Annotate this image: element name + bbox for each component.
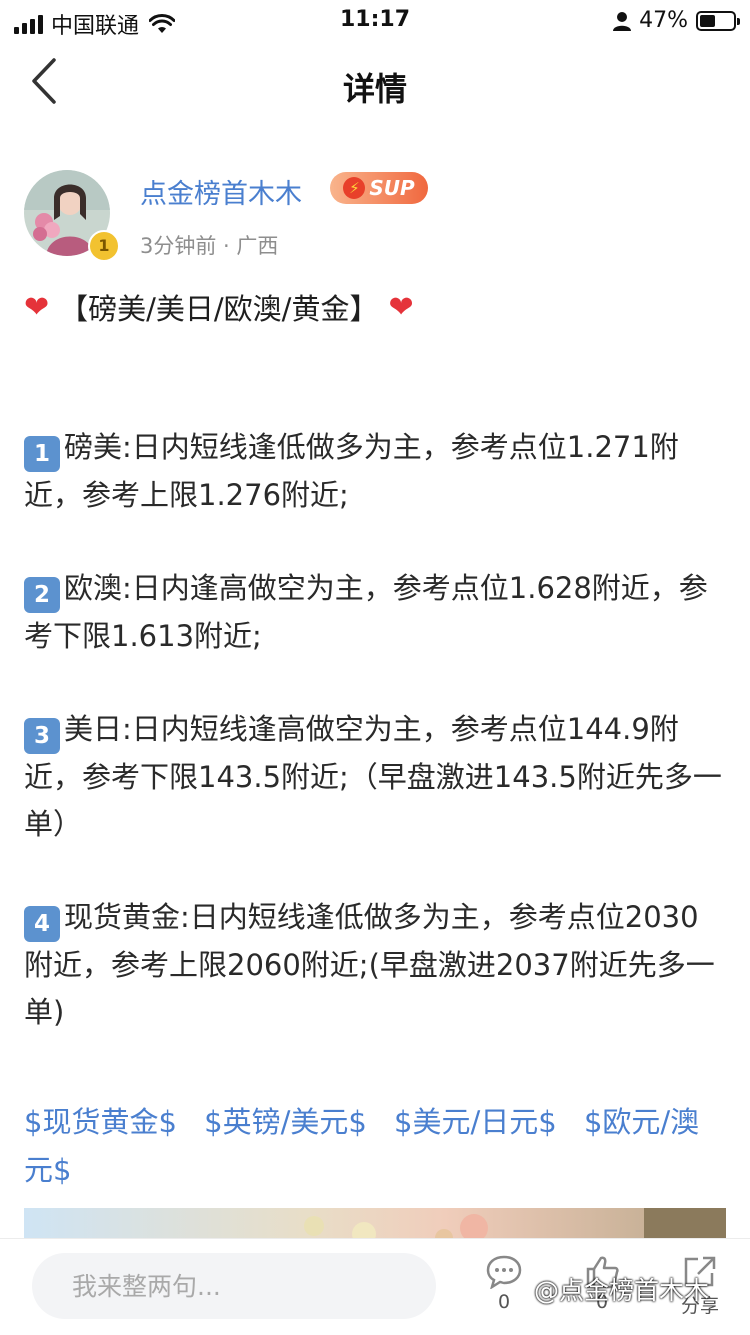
keycap-1-icon: 1	[24, 436, 60, 472]
battery-icon	[696, 10, 740, 31]
author-header: 1 点金榜首木木 ⚡ SUP 3分钟前 · 广西	[24, 170, 724, 270]
tag-gbp-usd[interactable]: $英镑/美元$	[204, 1105, 367, 1139]
nav-bar: 详情	[0, 40, 750, 132]
person-icon	[613, 11, 632, 31]
tag-spot-gold[interactable]: $现货黄金$	[24, 1105, 177, 1139]
battery-fill	[700, 14, 715, 27]
comment-count: 0	[497, 1291, 511, 1313]
topic-tags: $现货黄金$ $英镑/美元$ $美元/日元$ $欧元/澳元$	[24, 1098, 726, 1194]
lightning-icon: ⚡	[343, 177, 366, 199]
post-body: 1 磅美:日内短线逢低做多为主，参考点位1.271附近，参考上限1.276附近; …	[24, 424, 726, 1082]
post-item: 3 美日:日内短线逢高做空为主，参考点位144.9附近，参考下限143.5附近;（…	[24, 706, 726, 848]
post-item: 1 磅美:日内短线逢低做多为主，参考点位1.271附近，参考上限1.276附近;	[24, 424, 726, 519]
status-bar: 中国联通 11:17 47%	[0, 0, 750, 40]
post-meta: 3分钟前 · 广西	[140, 234, 279, 258]
author-name[interactable]: 点金榜首木木	[140, 172, 302, 211]
post-item-text: 欧澳:日内逢高做空为主，参考点位1.628附近，参考下限1.613附近;	[24, 571, 708, 653]
heart-icon: ❤	[24, 289, 50, 325]
post-item-text: 现货黄金:日内短线逢低做多为主，参考点位2030附近，参考上限2060附近;(早…	[24, 900, 715, 1029]
post-title: 【磅美/美日/欧澳/黄金】	[59, 292, 379, 326]
comment-input[interactable]	[32, 1253, 436, 1319]
page-title: 详情	[342, 70, 407, 108]
post-title-row: ❤ 【磅美/美日/欧澳/黄金】 ❤	[24, 286, 414, 328]
post-item: 2 欧澳:日内逢高做空为主，参考点位1.628附近，参考下限1.613附近;	[24, 565, 726, 660]
level-badge: 1	[88, 230, 120, 262]
post-item-text: 磅美:日内短线逢低做多为主，参考点位1.271附近，参考上限1.276附近;	[24, 430, 679, 512]
sup-badge-label: SUP	[369, 176, 415, 200]
status-right: 47%	[613, 8, 740, 33]
watermark: @点金榜首木木	[534, 1276, 710, 1305]
sup-badge: ⚡ SUP	[330, 172, 428, 204]
comment-button[interactable]: 0	[474, 1255, 534, 1313]
keycap-4-icon: 4	[24, 906, 60, 942]
post-item: 4 现货黄金:日内短线逢低做多为主，参考点位2030附近，参考上限2060附近;(…	[24, 894, 726, 1036]
post-item-text: 美日:日内短线逢高做空为主，参考点位144.9附近，参考下限143.5附近;（早…	[24, 712, 722, 841]
battery-percent: 47%	[639, 8, 688, 33]
bottom-bar: 0 0 分享 @点金榜首木木	[0, 1238, 750, 1335]
keycap-2-icon: 2	[24, 577, 60, 613]
tag-usd-jpy[interactable]: $美元/日元$	[394, 1105, 557, 1139]
heart-icon: ❤	[388, 289, 414, 325]
comment-icon	[486, 1255, 522, 1289]
keycap-3-icon: 3	[24, 718, 60, 754]
